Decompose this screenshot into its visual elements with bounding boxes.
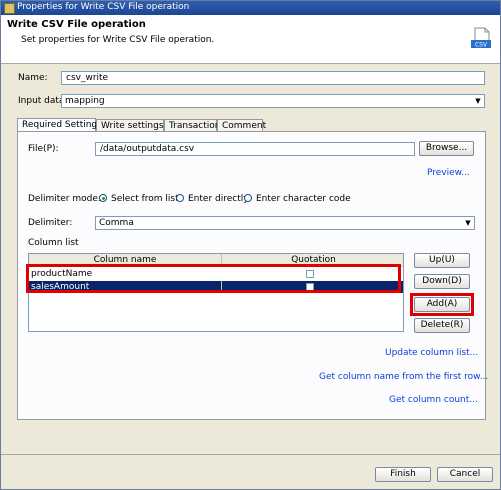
footer-divider — [1, 454, 500, 455]
title-bar: Properties for Write CSV File operation — [1, 1, 500, 15]
quotation-header[interactable]: Quotation — [222, 255, 403, 265]
header-title: Write CSV File operation — [7, 19, 146, 30]
file-path-field[interactable]: /data/outputdata.csv — [95, 142, 415, 156]
delimiter-select[interactable]: Comma ▼ — [95, 216, 475, 230]
option-enter-character-code: Enter character code — [256, 194, 351, 204]
browse-button[interactable]: Browse... — [419, 141, 474, 156]
radio-enter-character-code[interactable] — [244, 194, 252, 202]
csv-file-icon: CSV — [471, 27, 491, 49]
name-value: csv_write — [66, 73, 109, 83]
delimiter-value: Comma — [99, 218, 134, 228]
table-row[interactable]: salesAmount — [29, 281, 403, 293]
app-icon — [4, 3, 15, 14]
get-column-name-link[interactable]: Get column name from the first row... — [319, 372, 488, 382]
option-select-from-list: Select from list — [111, 194, 179, 204]
column-list-label: Column list — [28, 238, 79, 248]
down-button[interactable]: Down(D) — [414, 274, 470, 289]
column-name-cell: salesAmount — [31, 282, 90, 292]
preview-link[interactable]: Preview... — [427, 168, 470, 178]
delete-button[interactable]: Delete(R) — [414, 318, 470, 333]
add-button[interactable]: Add(A) — [414, 297, 470, 312]
table-row[interactable]: productName — [29, 268, 403, 280]
update-column-list-link[interactable]: Update column list... — [385, 348, 478, 358]
file-path-value: /data/outputdata.csv — [100, 144, 195, 154]
option-enter-directly: Enter directly — [188, 194, 249, 204]
radio-select-from-list[interactable] — [99, 194, 107, 202]
window-title: Properties for Write CSV File operation — [17, 2, 190, 12]
input-data-value: mapping — [65, 96, 105, 106]
column-name-header[interactable]: Column name — [29, 255, 221, 265]
chevron-down-icon[interactable]: ▼ — [463, 218, 473, 228]
table-header: Column name Quotation — [29, 254, 403, 267]
header-subtitle: Set properties for Write CSV File operat… — [21, 35, 215, 45]
dialog-window: Properties for Write CSV File operation … — [0, 0, 501, 490]
chevron-down-icon[interactable]: ▼ — [473, 96, 483, 106]
get-column-count-link[interactable]: Get column count... — [389, 395, 478, 405]
delimiter-mode-label: Delimiter mode: — [28, 194, 101, 204]
finish-button[interactable]: Finish — [375, 467, 431, 482]
quotation-checkbox[interactable] — [306, 270, 314, 278]
up-button[interactable]: Up(U) — [414, 253, 470, 268]
csv-icon-label: CSV — [475, 42, 488, 49]
name-field[interactable]: csv_write — [61, 71, 485, 85]
name-label: Name: — [18, 73, 48, 83]
file-label: File(P): — [28, 144, 59, 154]
column-name-cell: productName — [31, 269, 93, 279]
quotation-checkbox[interactable] — [306, 283, 314, 291]
column-list-table[interactable]: Column name Quotation productName salesA… — [28, 253, 404, 332]
delimiter-label: Delimiter: — [28, 218, 73, 228]
input-data-select[interactable]: mapping ▼ — [61, 94, 485, 108]
dialog-header: Write CSV File operation Set properties … — [1, 15, 500, 64]
cancel-button[interactable]: Cancel — [437, 467, 493, 482]
radio-enter-directly[interactable] — [176, 194, 184, 202]
